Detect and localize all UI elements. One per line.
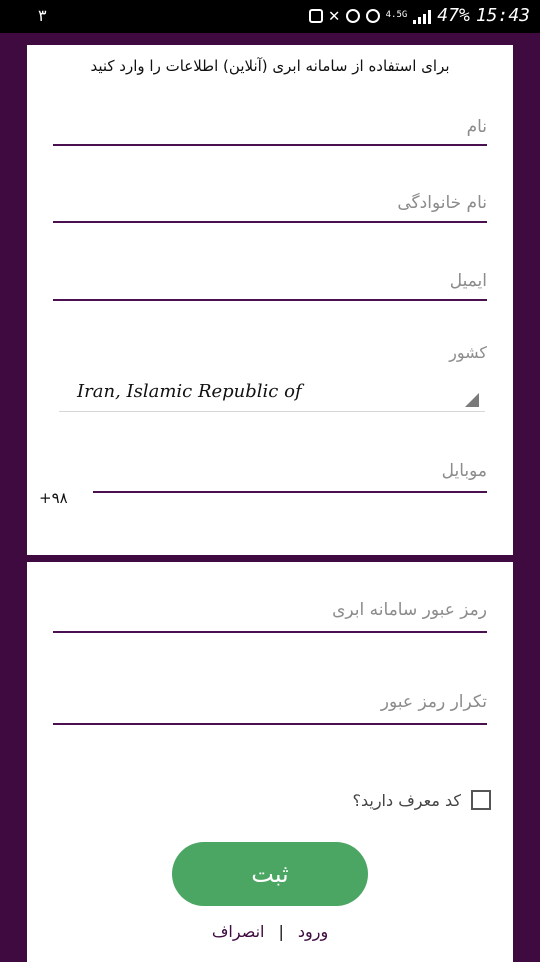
personal-info-card: برای استفاده از سامانه ابری (آنلاین) اطل… bbox=[27, 45, 513, 555]
submit-button[interactable]: ثبت bbox=[172, 842, 368, 906]
referral-label: کد معرف دارید؟ bbox=[352, 790, 461, 810]
mobile-field[interactable]: موبایل bbox=[93, 455, 487, 495]
login-link[interactable]: ورود bbox=[298, 922, 328, 941]
alarm-icon bbox=[345, 8, 360, 23]
footer-links: ورود | انصراف bbox=[27, 922, 513, 941]
mute-icon: ✕ bbox=[328, 5, 340, 26]
battery-text: 47% bbox=[437, 5, 470, 26]
data-saver-icon bbox=[365, 8, 380, 23]
clock: 15:43 bbox=[475, 5, 530, 26]
last-name-underline bbox=[53, 221, 487, 223]
country-label: کشور bbox=[449, 343, 487, 362]
status-bar: ۳ ✕ 4.5G 47% 15:43 bbox=[0, 0, 540, 33]
referral-checkbox[interactable] bbox=[471, 790, 491, 810]
country-select[interactable]: Iran, Islamic Republic of bbox=[59, 375, 485, 412]
first-name-field[interactable]: نام bbox=[53, 109, 487, 147]
password-card: رمز عبور سامانه ابری تکرار رمز عبور کد م… bbox=[27, 562, 513, 962]
notification-icon bbox=[308, 8, 323, 23]
confirm-password-field[interactable]: تکرار رمز عبور bbox=[53, 686, 487, 726]
email-field[interactable]: ایمیل bbox=[53, 263, 487, 301]
mobile-placeholder: موبایل bbox=[441, 461, 487, 481]
confirm-password-underline bbox=[53, 723, 487, 725]
mobile-underline bbox=[93, 491, 487, 493]
mobile-country-prefix: +۹۸ bbox=[39, 489, 68, 507]
password-field[interactable]: رمز عبور سامانه ابری bbox=[53, 594, 487, 634]
cancel-link[interactable]: انصراف bbox=[212, 922, 265, 941]
password-placeholder: رمز عبور سامانه ابری bbox=[332, 600, 487, 620]
network-type: 4.5G bbox=[385, 10, 408, 20]
country-value: Iran, Islamic Republic of bbox=[77, 381, 302, 402]
first-name-underline bbox=[53, 144, 487, 146]
dropdown-arrow-icon bbox=[465, 393, 479, 407]
status-left-text: ۳ bbox=[38, 6, 47, 25]
form-title: برای استفاده از سامانه ابری (آنلاین) اطل… bbox=[90, 57, 450, 75]
confirm-password-placeholder: تکرار رمز عبور bbox=[380, 692, 487, 712]
email-underline bbox=[53, 299, 487, 301]
link-separator: | bbox=[278, 922, 284, 941]
first-name-placeholder: نام bbox=[466, 117, 487, 137]
signal-icon bbox=[413, 8, 432, 24]
last-name-placeholder: نام خانوادگی bbox=[397, 193, 487, 213]
email-placeholder: ایمیل bbox=[449, 271, 487, 291]
referral-row[interactable]: کد معرف دارید؟ bbox=[352, 790, 491, 810]
password-underline bbox=[53, 631, 487, 633]
status-icons: ✕ 4.5G 47% 15:43 bbox=[308, 5, 530, 26]
last-name-field[interactable]: نام خانوادگی bbox=[53, 185, 487, 223]
